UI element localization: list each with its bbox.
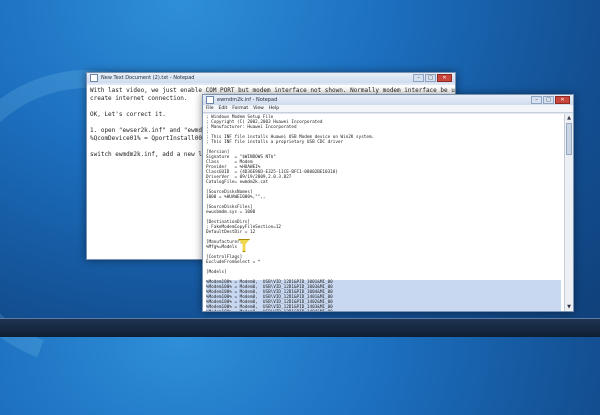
maximize-icon[interactable]: □ — [425, 74, 436, 82]
text-editor-area[interactable]: ; Windows Modem Setup File; Copyright (C… — [203, 114, 564, 311]
menu-item[interactable]: Help — [269, 105, 279, 112]
maximize-icon[interactable]: □ — [543, 96, 554, 104]
notepad-icon — [90, 74, 98, 82]
scroll-down-icon[interactable]: ▼ — [565, 303, 573, 311]
caption-buttons: – □ ✕ — [413, 74, 452, 82]
menu-item[interactable]: File — [206, 105, 214, 112]
window-title: ewmdm2k.inf - Notepad — [217, 97, 278, 103]
scroll-up-icon[interactable]: ▲ — [565, 114, 573, 122]
menu-item[interactable]: View — [253, 105, 264, 112]
menu-item[interactable]: Format — [232, 105, 248, 112]
notepad-icon — [206, 96, 214, 104]
minimize-icon[interactable]: – — [531, 96, 542, 104]
close-icon[interactable]: ✕ — [555, 96, 570, 104]
minimize-icon[interactable]: – — [413, 74, 424, 82]
text-line: %Modem100% = Modem0, USB\VID_12D1&PID_14… — [206, 310, 561, 311]
menu-item[interactable]: Edit — [219, 105, 228, 112]
title-bar[interactable]: ewmdm2k.inf - Notepad – □ ✕ — [203, 95, 573, 105]
close-icon[interactable]: ✕ — [437, 74, 452, 82]
notepad-window-ewmdm2k[interactable]: ewmdm2k.inf - Notepad – □ ✕ File Edit Form… — [202, 94, 574, 312]
title-bar[interactable]: New Text Document (2).txt - Notepad – □ … — [87, 73, 455, 83]
scrollbar-thumb[interactable] — [566, 123, 572, 155]
caption-buttons: – □ ✕ — [531, 96, 570, 104]
vertical-scrollbar[interactable]: ▲ ▼ — [564, 114, 573, 311]
window-title: New Text Document (2).txt - Notepad — [101, 75, 195, 81]
taskbar[interactable] — [0, 318, 600, 337]
menu-bar: File Edit Format View Help — [203, 105, 573, 113]
